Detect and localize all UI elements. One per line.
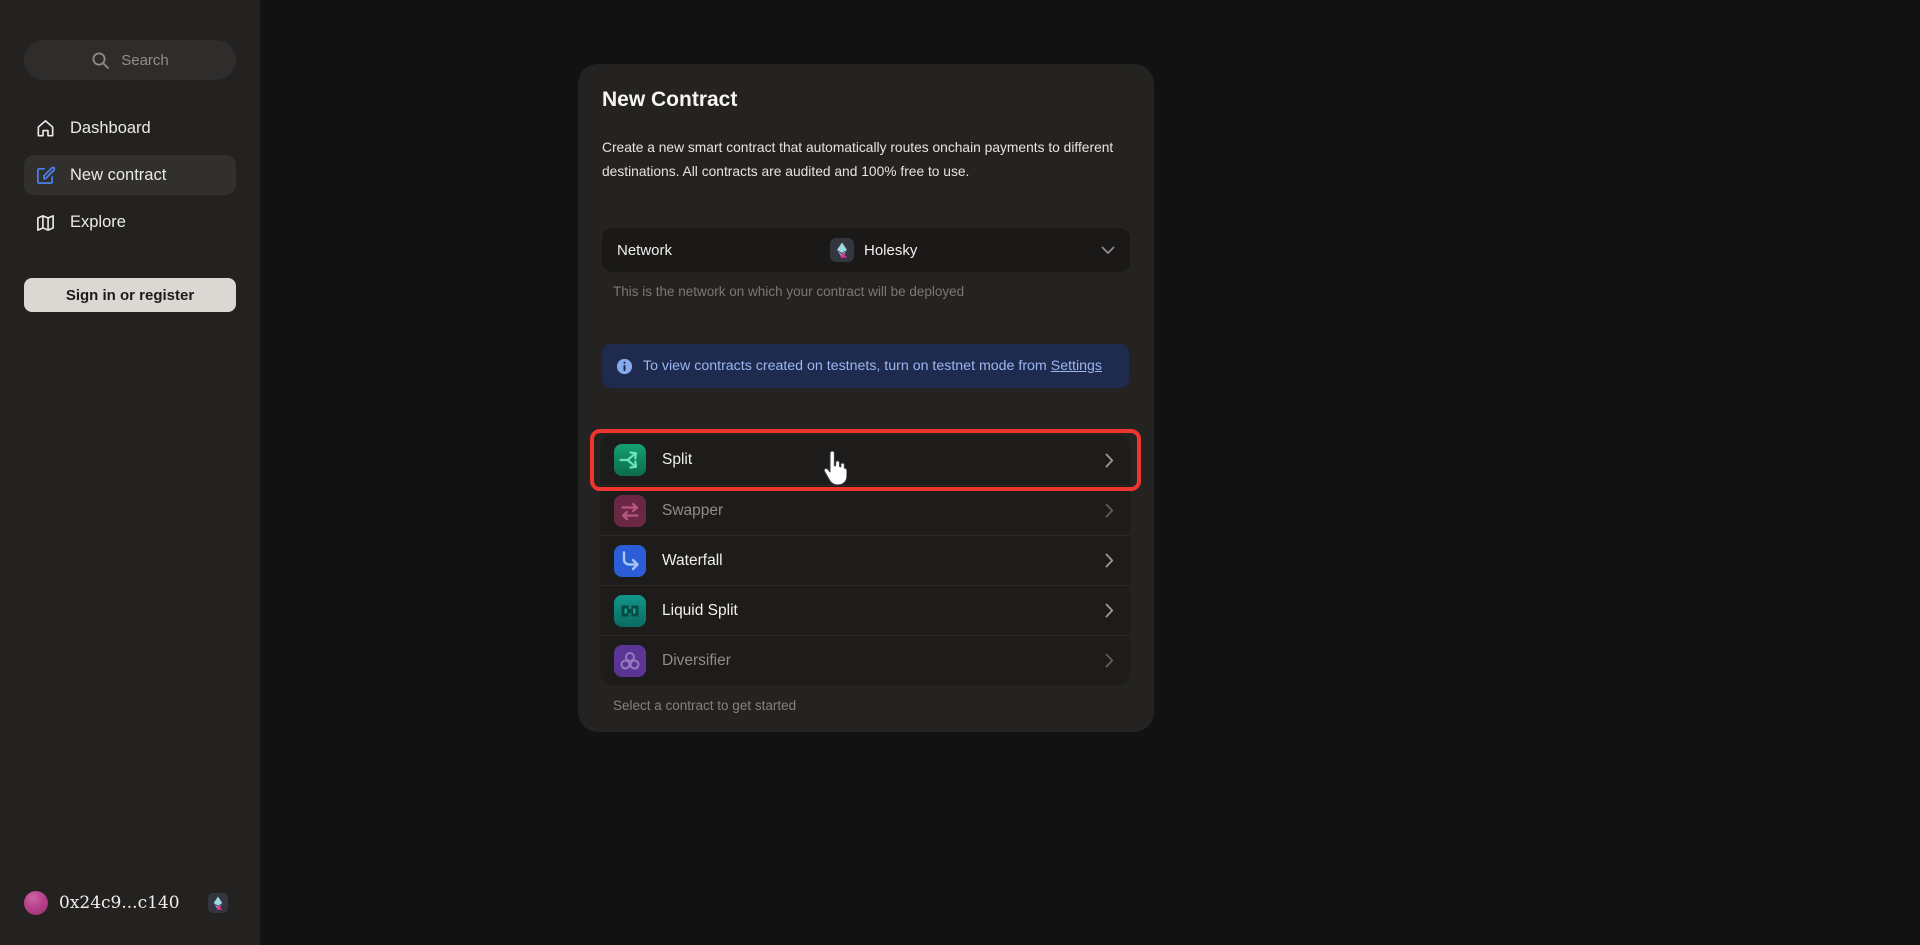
liquid-split-icon [614,595,646,627]
info-icon [616,358,633,375]
contract-label: Swapper [662,502,723,520]
contract-label: Diversifier [662,652,731,670]
split-icon [614,444,646,476]
chevron-right-icon [1105,553,1114,568]
holesky-network-badge-icon[interactable] [208,893,228,913]
sidebar-item-label: New contract [70,166,166,185]
contract-row-liquid-split[interactable]: Liquid Split [600,585,1130,635]
network-select[interactable]: Network Holesky [602,228,1130,272]
contract-row-diversifier[interactable]: Diversifier [600,635,1130,685]
chevron-right-icon [1105,653,1114,668]
search-icon [91,51,110,70]
holesky-icon [830,238,854,262]
wallet-avatar [24,891,48,915]
chevron-right-icon [1105,453,1114,468]
diversifier-icon [614,645,646,677]
sidebar-item-label: Dashboard [70,119,151,138]
chevron-down-icon [1101,246,1115,255]
contract-label: Waterfall [662,552,723,570]
search-placeholder: Search [121,52,169,69]
home-icon [35,118,56,139]
sidebar: Search Dashboard New contract Explore Si… [0,0,260,945]
sidebar-item-new-contract[interactable]: New contract [24,155,236,195]
contract-label: Liquid Split [662,602,738,620]
footer-hint: Select a contract to get started [613,698,796,713]
network-label: Network [617,242,672,259]
sidebar-nav: Dashboard New contract Explore [24,108,236,242]
contract-type-list: Split Swapper Waterfall [600,435,1130,685]
waterfall-icon [614,545,646,577]
sign-in-button[interactable]: Sign in or register [24,278,236,312]
edit-icon [35,165,56,186]
card-description: Create a new smart contract that automat… [602,136,1130,184]
contract-row-swapper[interactable]: Swapper [600,485,1130,535]
network-helper-text: This is the network on which your contra… [613,284,964,299]
page-title: New Contract [602,88,737,112]
sidebar-item-explore[interactable]: Explore [24,202,236,242]
network-selected-value: Holesky [830,238,917,262]
map-icon [35,212,56,233]
contract-row-waterfall[interactable]: Waterfall [600,535,1130,585]
wallet-address: 0x24c9...c140 [59,893,180,913]
wallet-row[interactable]: 0x24c9...c140 [24,891,236,915]
testnet-info-banner: To view contracts created on testnets, t… [602,344,1129,388]
contract-row-split[interactable]: Split [600,435,1130,485]
settings-link[interactable]: Settings [1051,358,1102,374]
sidebar-item-dashboard[interactable]: Dashboard [24,108,236,148]
sidebar-item-label: Explore [70,213,126,232]
main-content: New Contract Create a new smart contract… [260,0,1920,945]
network-value-text: Holesky [864,242,917,259]
chevron-right-icon [1105,603,1114,618]
contract-label: Split [662,451,692,469]
chevron-right-icon [1105,503,1114,518]
search-input[interactable]: Search [24,40,236,80]
swapper-icon [614,495,646,527]
new-contract-card: New Contract Create a new smart contract… [578,64,1154,732]
banner-text: To view contracts created on testnets, t… [643,358,1102,374]
